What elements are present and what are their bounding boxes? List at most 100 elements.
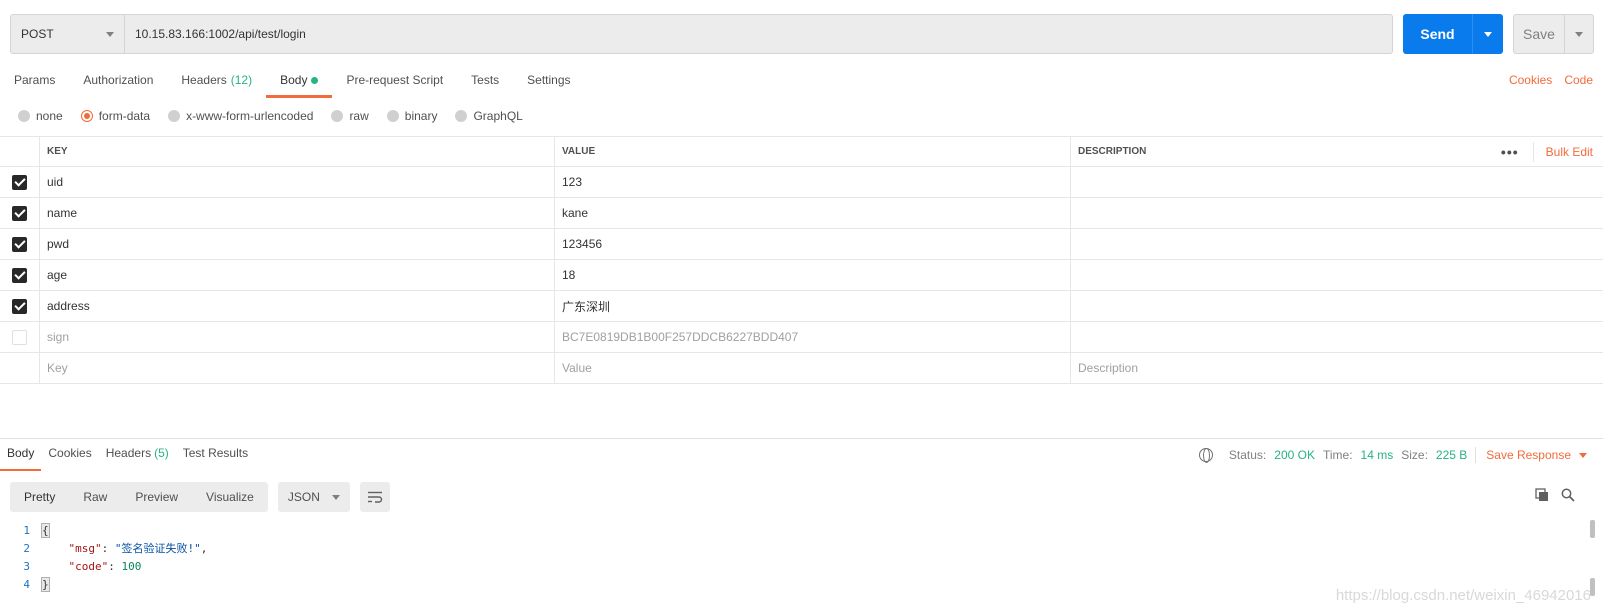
- code-brace: {: [41, 522, 50, 538]
- value-cell[interactable]: BC7E0819DB1B00F257DDCB6227BDD407: [555, 321, 1071, 353]
- save-options-button[interactable]: [1565, 31, 1593, 37]
- description-cell[interactable]: [1071, 167, 1603, 198]
- checkbox-checked-icon[interactable]: [12, 205, 27, 221]
- checkbox-unchecked-icon[interactable]: [12, 329, 27, 345]
- tab-label: Pre-request Script: [346, 73, 444, 87]
- size-value[interactable]: 225 B: [1436, 447, 1467, 463]
- save-response-label: Save Response: [1486, 448, 1571, 462]
- time-value[interactable]: 14 ms: [1361, 447, 1394, 463]
- row-checkbox-cell[interactable]: [0, 259, 40, 291]
- line-number: 1: [23, 523, 30, 537]
- wrap-lines-button[interactable]: [359, 482, 390, 512]
- radio-graphql[interactable]: GraphQL: [455, 108, 523, 124]
- key-cell[interactable]: sign: [40, 321, 555, 353]
- response-tab-cookies[interactable]: Cookies: [41, 445, 98, 471]
- view-raw-button[interactable]: Raw: [69, 482, 121, 512]
- description-cell[interactable]: [1071, 291, 1603, 322]
- response-code-editor[interactable]: 1 { 2 "msg": "签名验证失败!", 3 "code": 100 4 …: [0, 521, 1580, 593]
- tab-label: Body: [7, 446, 35, 460]
- size-label: Size:: [1401, 448, 1428, 462]
- send-options-button[interactable]: [1473, 31, 1503, 37]
- radio-urlencoded[interactable]: x-www-form-urlencoded: [168, 108, 313, 124]
- key-cell[interactable]: address: [40, 290, 555, 322]
- row-checkbox-cell[interactable]: [0, 228, 40, 260]
- view-visualize-button[interactable]: Visualize: [192, 482, 268, 512]
- checkbox-checked-icon[interactable]: [12, 236, 27, 252]
- response-tab-body[interactable]: Body: [0, 445, 42, 471]
- tab-authorization[interactable]: Authorization: [69, 70, 167, 98]
- value-cell[interactable]: 123456: [555, 228, 1071, 260]
- radio-label: binary: [404, 109, 438, 123]
- description-cell[interactable]: [1071, 260, 1603, 291]
- tab-body[interactable]: Body: [266, 70, 333, 98]
- cookies-link[interactable]: Cookies: [1509, 70, 1552, 90]
- chevron-down-icon: [106, 31, 114, 37]
- checkbox-checked-icon[interactable]: [12, 298, 27, 314]
- key-cell[interactable]: pwd: [40, 228, 555, 260]
- body-type-radios: none form-data x-www-form-urlencoded raw…: [18, 108, 523, 124]
- radio-none[interactable]: none: [18, 108, 63, 124]
- description-cell[interactable]: [1071, 198, 1603, 229]
- radio-form-data[interactable]: form-data: [80, 108, 150, 124]
- value-cell[interactable]: 18: [555, 259, 1071, 291]
- checkbox-checked-icon[interactable]: [12, 267, 27, 283]
- radio-icon: [386, 110, 399, 122]
- chevron-down-icon: [1575, 31, 1583, 37]
- row-checkbox-cell[interactable]: [0, 197, 40, 229]
- tab-pre-request-script[interactable]: Pre-request Script: [332, 70, 457, 98]
- panel-divider[interactable]: [0, 438, 1603, 439]
- radio-binary[interactable]: binary: [386, 108, 438, 124]
- radio-label: GraphQL: [473, 109, 523, 123]
- tab-params[interactable]: Params: [0, 70, 69, 98]
- key-cell[interactable]: uid: [40, 166, 555, 198]
- key-cell[interactable]: name: [40, 197, 555, 229]
- value-placeholder-cell[interactable]: Value: [555, 352, 1071, 384]
- more-options-icon[interactable]: •••: [1487, 144, 1533, 160]
- row-checkbox-cell[interactable]: [0, 290, 40, 322]
- globe-icon[interactable]: [1198, 448, 1213, 463]
- radio-raw[interactable]: raw: [331, 108, 369, 124]
- code-link[interactable]: Code: [1564, 70, 1593, 90]
- key-placeholder-cell[interactable]: Key: [40, 352, 555, 384]
- description-cell[interactable]: [1071, 229, 1603, 260]
- status-value[interactable]: 200 OK: [1274, 447, 1315, 463]
- view-pretty-button[interactable]: Pretty: [10, 482, 69, 512]
- response-tab-test-results[interactable]: Test Results: [176, 445, 255, 471]
- checkbox-checked-icon[interactable]: [12, 174, 27, 190]
- copy-icon[interactable]: [1535, 488, 1549, 502]
- tab-tests[interactable]: Tests: [457, 70, 513, 98]
- code-text: "code": 100: [68, 559, 142, 573]
- value-cell[interactable]: 广东深圳: [555, 290, 1071, 322]
- json-key: "msg": [68, 542, 102, 555]
- row-checkbox-cell[interactable]: [0, 321, 40, 353]
- search-icon[interactable]: [1561, 488, 1575, 502]
- bulk-edit-link[interactable]: Bulk Edit: [1532, 142, 1593, 162]
- tab-settings[interactable]: Settings: [513, 70, 584, 98]
- format-select[interactable]: JSON: [277, 482, 350, 512]
- row-checkbox-cell[interactable]: [0, 166, 40, 198]
- scrollbar-thumb[interactable]: [1590, 520, 1595, 538]
- view-preview-button[interactable]: Preview: [121, 482, 192, 512]
- description-cell[interactable]: [1071, 322, 1603, 353]
- tab-label: Params: [14, 73, 56, 87]
- method-select[interactable]: POST: [10, 14, 125, 54]
- description-placeholder-cell[interactable]: Description: [1071, 353, 1603, 384]
- url-input[interactable]: 10.15.83.166:1002/api/test/login: [125, 14, 1393, 54]
- request-bar: POST 10.15.83.166:1002/api/test/login: [10, 14, 1393, 54]
- send-button[interactable]: Send: [1403, 14, 1503, 54]
- key-cell[interactable]: age: [40, 259, 555, 291]
- save-button[interactable]: Save: [1513, 14, 1594, 54]
- request-tabs: Params Authorization Headers (12) Body Pr…: [0, 70, 585, 98]
- table-row: address 广东深圳: [0, 290, 1603, 322]
- save-response-button[interactable]: Save Response: [1475, 447, 1587, 463]
- radio-icon: [168, 110, 181, 122]
- response-tab-headers[interactable]: Headers (5): [99, 445, 176, 471]
- active-dot-icon: [311, 77, 319, 85]
- radio-label: x-www-form-urlencoded: [186, 109, 314, 123]
- value-cell[interactable]: 123: [555, 166, 1071, 198]
- table-actions: ••• Bulk Edit: [1487, 137, 1593, 167]
- tab-label: Body: [280, 73, 308, 87]
- value-cell[interactable]: kane: [555, 197, 1071, 229]
- tab-headers[interactable]: Headers (12): [167, 70, 266, 98]
- json-key: "code": [68, 559, 109, 573]
